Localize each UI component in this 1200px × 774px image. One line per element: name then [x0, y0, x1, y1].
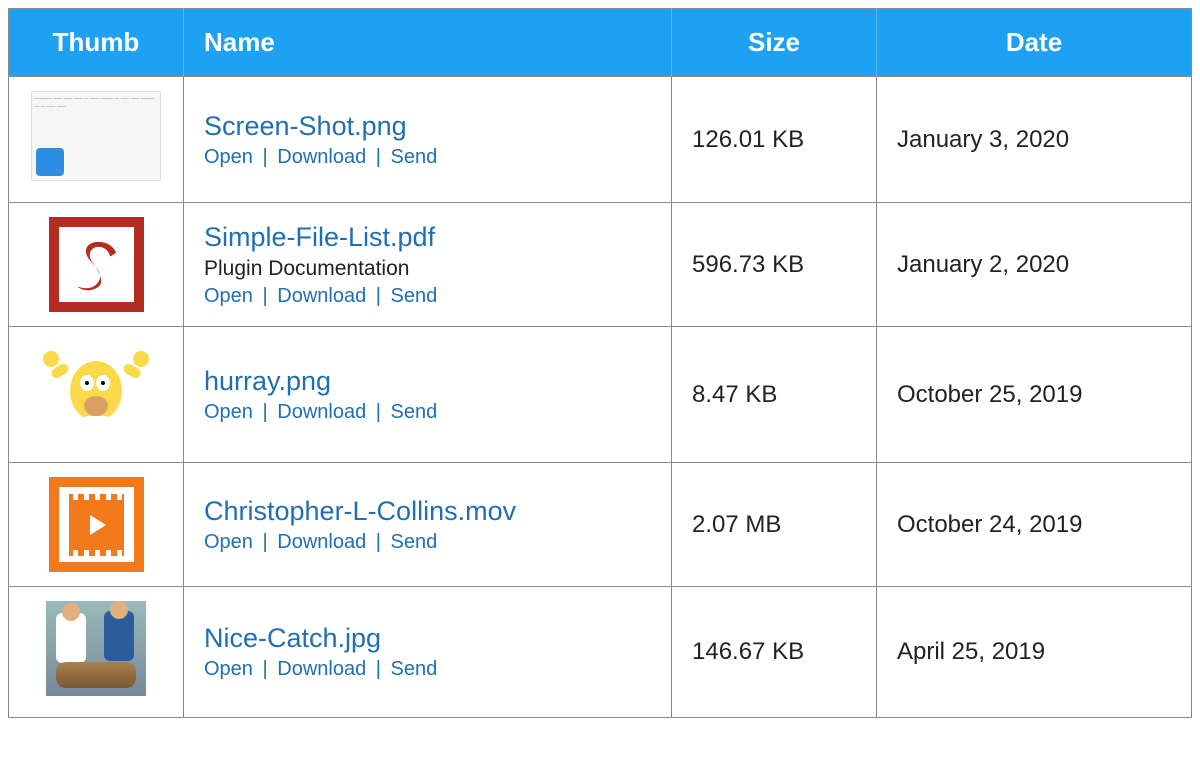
action-separator: | — [366, 285, 390, 307]
table-header-row: Thumb Name Size Date — [9, 9, 1192, 77]
table-row: Screen-Shot.png Open | Download | Send 126… — [9, 77, 1192, 203]
cell-size: 126.01 KB — [672, 77, 877, 203]
header-name[interactable]: Name — [184, 9, 672, 77]
cell-date: April 25, 2019 — [877, 587, 1192, 718]
file-actions: Open | Download | Send — [204, 285, 651, 308]
table-row: Christopher-L-Collins.mov Open | Download… — [9, 463, 1192, 587]
cell-thumb — [9, 463, 184, 587]
cell-date: January 3, 2020 — [877, 77, 1192, 203]
file-name-link[interactable]: Christopher-L-Collins.mov — [204, 496, 516, 527]
download-link[interactable]: Download — [277, 146, 366, 168]
open-link[interactable]: Open — [204, 146, 253, 168]
action-separator: | — [366, 531, 390, 553]
cell-size: 2.07 MB — [672, 463, 877, 587]
open-link[interactable]: Open — [204, 285, 253, 307]
send-link[interactable]: Send — [391, 146, 438, 168]
table-row: Simple-File-List.pdf Plugin Documentation… — [9, 203, 1192, 327]
file-actions: Open | Download | Send — [204, 401, 651, 424]
file-name-link[interactable]: Nice-Catch.jpg — [204, 623, 381, 654]
send-link[interactable]: Send — [391, 531, 438, 553]
action-separator: | — [253, 401, 277, 423]
open-link[interactable]: Open — [204, 401, 253, 423]
video-icon[interactable] — [49, 477, 144, 572]
cell-name: Nice-Catch.jpg Open | Download | Send — [184, 587, 672, 718]
action-separator: | — [253, 658, 277, 680]
cell-name: Christopher-L-Collins.mov Open | Download… — [184, 463, 672, 587]
file-name-link[interactable]: hurray.png — [204, 366, 331, 397]
open-link[interactable]: Open — [204, 531, 253, 553]
action-separator: | — [366, 658, 390, 680]
file-description: Plugin Documentation — [204, 257, 651, 281]
cell-thumb — [9, 203, 184, 327]
pdf-icon[interactable] — [49, 217, 144, 312]
send-link[interactable]: Send — [391, 401, 438, 423]
file-actions: Open | Download | Send — [204, 658, 651, 681]
file-actions: Open | Download | Send — [204, 146, 651, 169]
header-date[interactable]: Date — [877, 9, 1192, 77]
send-link[interactable]: Send — [391, 285, 438, 307]
cell-name: Simple-File-List.pdf Plugin Documentation… — [184, 203, 672, 327]
cell-size: 8.47 KB — [672, 327, 877, 463]
cell-thumb — [9, 77, 184, 203]
download-link[interactable]: Download — [277, 401, 366, 423]
cell-thumb — [9, 587, 184, 718]
action-separator: | — [253, 285, 277, 307]
file-actions: Open | Download | Send — [204, 531, 651, 554]
cell-name: Screen-Shot.png Open | Download | Send — [184, 77, 672, 203]
action-separator: | — [253, 146, 277, 168]
photo-thumb-icon[interactable] — [46, 601, 146, 696]
screenshot-thumb-icon[interactable] — [31, 91, 161, 181]
table-row: hurray.pngOpen | Download | Send8.47 KBO… — [9, 327, 1192, 463]
file-name-link[interactable]: Simple-File-List.pdf — [204, 222, 435, 253]
open-link[interactable]: Open — [204, 658, 253, 680]
table-row: Nice-Catch.jpg Open | Download | Send 146.… — [9, 587, 1192, 718]
cell-date: October 24, 2019 — [877, 463, 1192, 587]
image-thumb-icon[interactable] — [41, 341, 151, 441]
cell-size: 146.67 KB — [672, 587, 877, 718]
header-size[interactable]: Size — [672, 9, 877, 77]
download-link[interactable]: Download — [277, 285, 366, 307]
action-separator: | — [366, 401, 390, 423]
cell-thumb — [9, 327, 184, 463]
action-separator: | — [366, 146, 390, 168]
download-link[interactable]: Download — [277, 658, 366, 680]
cell-name: hurray.png Open | Download | Send — [184, 327, 672, 463]
file-list-table: Thumb Name Size Date Screen-Shot.png Open… — [8, 8, 1192, 718]
download-link[interactable]: Download — [277, 531, 366, 553]
cell-size: 596.73 KB — [672, 203, 877, 327]
header-thumb[interactable]: Thumb — [9, 9, 184, 77]
cell-date: October 25, 2019 — [877, 327, 1192, 463]
action-separator: | — [253, 531, 277, 553]
file-name-link[interactable]: Screen-Shot.png — [204, 111, 407, 142]
send-link[interactable]: Send — [391, 658, 438, 680]
cell-date: January 2, 2020 — [877, 203, 1192, 327]
